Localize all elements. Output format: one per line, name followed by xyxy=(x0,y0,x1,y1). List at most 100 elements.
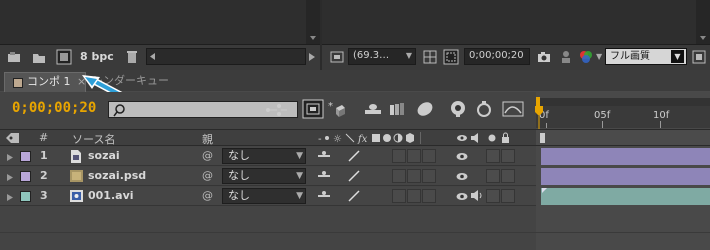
svg-text:-: - xyxy=(318,134,322,144)
comp-mini-flowchart-icon[interactable] xyxy=(265,103,289,117)
audio-speaker-icon[interactable] xyxy=(471,190,483,204)
parent-pickwhip-icon[interactable]: @ xyxy=(202,169,213,182)
av-header-icons xyxy=(456,132,516,144)
switch-box[interactable] xyxy=(407,189,421,203)
ruler-tick xyxy=(602,121,603,128)
lock-switch[interactable] xyxy=(501,189,515,203)
layer-row-1[interactable]: 1 sozai @ なし ▼ xyxy=(0,147,536,166)
camera-snapshot-icon[interactable] xyxy=(537,50,551,64)
shy-switch-icon[interactable] xyxy=(318,171,330,184)
time-nav-bar[interactable] xyxy=(536,129,710,146)
parent-value: なし xyxy=(228,169,250,182)
chevron-down-icon: ▼ xyxy=(405,51,412,60)
layer-name[interactable]: sozai.psd xyxy=(88,169,146,182)
chevron-down-icon: ▼ xyxy=(296,151,303,161)
video-visibility-icon[interactable] xyxy=(456,171,468,184)
playhead-icon[interactable] xyxy=(535,106,543,130)
fast-preview-icon[interactable] xyxy=(692,50,706,64)
video-visibility-icon[interactable] xyxy=(456,151,468,164)
channel-chevron-icon[interactable]: ▼ xyxy=(596,52,602,61)
expand-triangle-icon[interactable] xyxy=(6,172,14,185)
switch-box[interactable] xyxy=(422,169,436,183)
zoom-dropdown[interactable]: (69.3… ▼ xyxy=(348,48,416,65)
quality-switch-icon[interactable] xyxy=(348,170,360,185)
layer-row-3[interactable]: 3 001.avi @ なし ▼ xyxy=(0,187,536,206)
layer-duration-bar[interactable] xyxy=(541,188,710,205)
auto-keyframe-icon[interactable] xyxy=(475,100,493,118)
label-tag-icon[interactable] xyxy=(6,132,20,144)
parent-dropdown[interactable]: なし ▼ xyxy=(222,188,306,204)
current-time-display[interactable]: 0;00;00;20 xyxy=(12,100,96,116)
shy-switch-icon[interactable] xyxy=(318,151,330,164)
layer-label-color[interactable] xyxy=(20,191,31,202)
scroll-right-icon[interactable] xyxy=(306,50,318,64)
quality-switch-icon[interactable] xyxy=(348,190,360,205)
switch-box[interactable] xyxy=(407,149,421,163)
solo-switch[interactable] xyxy=(486,169,500,183)
hide-shy-layers-icon[interactable] xyxy=(364,102,382,116)
resolution-dropdown[interactable]: フル画質 ▼ xyxy=(605,48,687,65)
brainstorm-icon[interactable] xyxy=(448,100,468,118)
parent-pickwhip-icon[interactable]: @ xyxy=(202,149,213,162)
column-parent[interactable]: 親 xyxy=(202,131,213,147)
zoom-value: (69.3… xyxy=(353,50,390,61)
region-of-interest-icon[interactable] xyxy=(443,49,459,65)
always-preview-icon[interactable] xyxy=(330,50,344,64)
new-comp-icon[interactable] xyxy=(56,49,72,65)
parent-value: なし xyxy=(228,149,250,162)
viewer-timecode[interactable]: 0;00;00;20 xyxy=(464,48,530,65)
project-scrollbar[interactable] xyxy=(306,0,320,44)
ruler-tick xyxy=(546,123,547,128)
parent-pickwhip-icon[interactable]: @ xyxy=(202,189,213,202)
solo-switch[interactable] xyxy=(486,149,500,163)
draft-3d-icon[interactable]: * xyxy=(328,100,346,118)
layer-name[interactable]: 001.avi xyxy=(88,189,134,202)
chevron-down-icon: ▼ xyxy=(671,50,684,63)
interpret-footage-icon[interactable] xyxy=(7,50,21,64)
parent-value: なし xyxy=(228,189,250,202)
layer-label-color[interactable] xyxy=(20,171,31,182)
layer-duration-bar[interactable] xyxy=(541,168,710,185)
title-safe-icon[interactable] xyxy=(423,50,437,64)
psd-file-icon xyxy=(70,169,83,186)
layer-number: 2 xyxy=(40,169,48,182)
expand-triangle-icon[interactable] xyxy=(6,192,14,205)
svg-text:☼: ☼ xyxy=(333,134,342,144)
switch-box[interactable] xyxy=(392,189,406,203)
trash-icon[interactable] xyxy=(126,50,138,64)
lock-switch[interactable] xyxy=(501,149,515,163)
tab-comp-1[interactable]: コンポ 1 × xyxy=(4,72,86,92)
layer-row-2[interactable]: 2 sozai.psd @ なし ▼ xyxy=(0,167,536,186)
switch-box[interactable] xyxy=(422,189,436,203)
layer-duration-bar[interactable] xyxy=(541,148,710,165)
work-area-bar[interactable] xyxy=(536,98,710,106)
viewer-scrollbar[interactable] xyxy=(696,0,710,44)
lock-switch[interactable] xyxy=(501,169,515,183)
video-visibility-icon[interactable] xyxy=(456,191,468,204)
color-depth-label[interactable]: 8 bpc xyxy=(80,50,114,63)
time-nav-handle[interactable] xyxy=(540,133,545,143)
new-folder-icon[interactable] xyxy=(32,50,46,64)
layer-label-color[interactable] xyxy=(20,151,31,162)
motion-blur-icon[interactable] xyxy=(415,100,435,118)
comp-label-swatch xyxy=(13,78,23,88)
shy-switch-icon[interactable] xyxy=(318,191,330,204)
channel-rgb-icon[interactable] xyxy=(578,49,594,65)
switch-box[interactable] xyxy=(407,169,421,183)
switch-box[interactable] xyxy=(392,169,406,183)
live-update-icon[interactable] xyxy=(302,99,324,119)
parent-dropdown[interactable]: なし ▼ xyxy=(222,148,306,164)
expand-triangle-icon[interactable] xyxy=(6,152,14,165)
show-snapshot-icon[interactable] xyxy=(560,50,572,64)
quality-switch-icon[interactable] xyxy=(348,150,360,165)
parent-dropdown[interactable]: なし ▼ xyxy=(222,168,306,184)
time-ruler[interactable] xyxy=(536,106,710,128)
graph-editor-icon[interactable] xyxy=(502,101,524,117)
switch-box[interactable] xyxy=(422,149,436,163)
frame-blending-icon[interactable] xyxy=(389,101,407,117)
layer-name[interactable]: sozai xyxy=(88,149,120,162)
solo-switch[interactable] xyxy=(486,189,500,203)
column-source-name[interactable]: ソース名 xyxy=(72,131,115,147)
project-h-scrollbar[interactable] xyxy=(146,48,306,65)
switch-box[interactable] xyxy=(392,149,406,163)
